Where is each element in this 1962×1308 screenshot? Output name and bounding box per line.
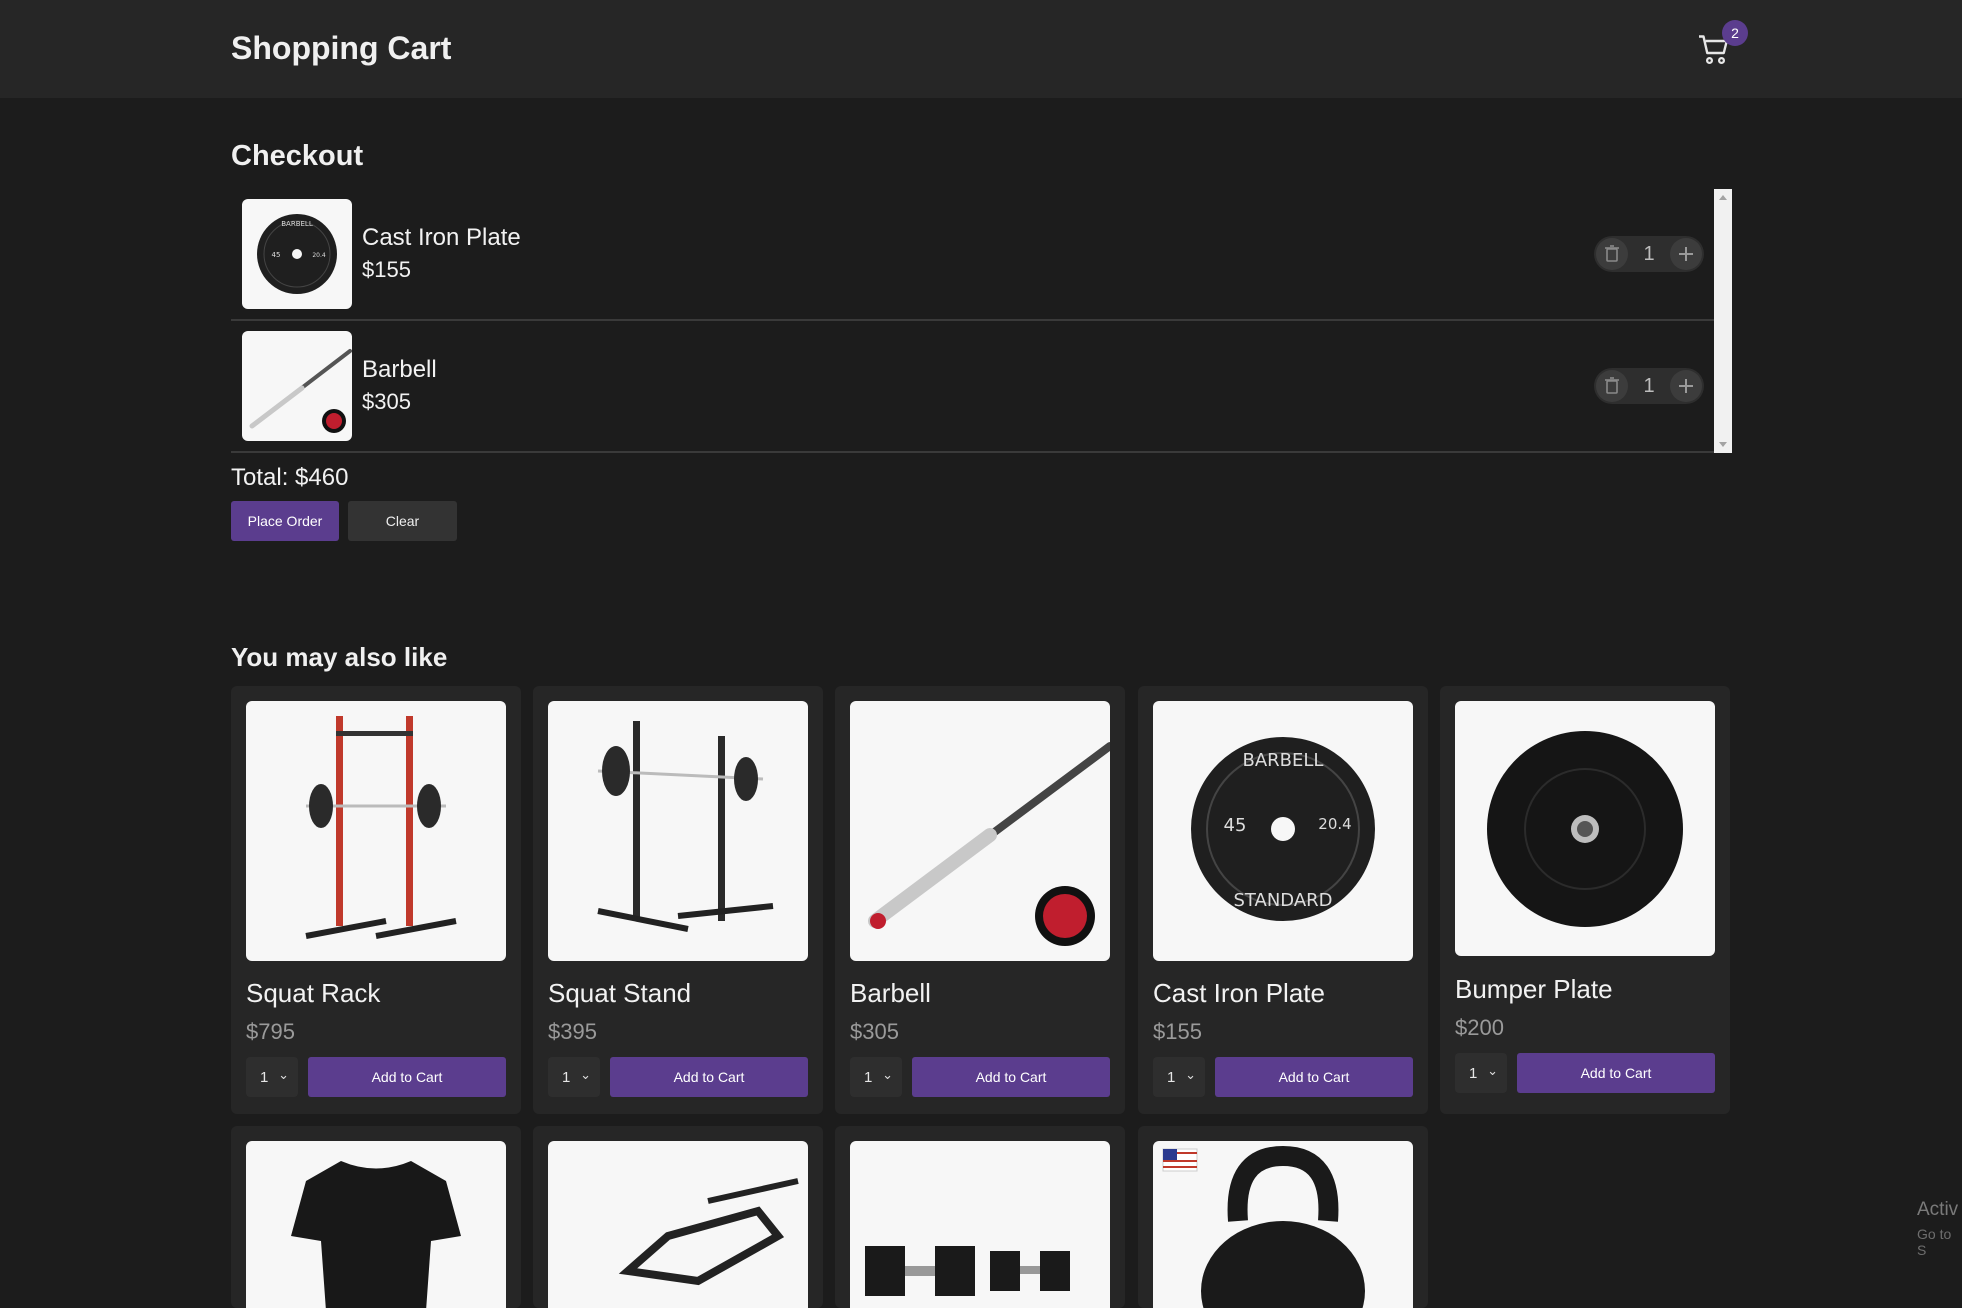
add-to-cart-button[interactable]: Add to Cart — [912, 1057, 1110, 1097]
cart-item-row: Barbell $305 1 — [231, 321, 1714, 453]
trash-icon — [1605, 377, 1619, 394]
scroll-up-arrow[interactable] — [1719, 195, 1727, 200]
product-name: Squat Rack — [246, 978, 381, 1008]
barbell-thumbnail — [242, 331, 352, 441]
trap-bar-image — [548, 1141, 808, 1308]
chevron-down-icon: ⌄ — [580, 1067, 591, 1082]
barbell-image — [850, 701, 1110, 961]
dumbbells-image — [850, 1141, 1110, 1308]
cast-iron-plate-image: BARBELL 45 20.4 STANDARD — [1153, 701, 1413, 961]
quantity-select-value: 1 — [1469, 1065, 1478, 1082]
increase-quantity-button[interactable] — [1670, 370, 1702, 402]
chevron-down-icon: ⌄ — [1487, 1063, 1498, 1078]
squat-rack-image — [246, 701, 506, 961]
cart-list-scrollbar[interactable] — [1714, 189, 1732, 453]
quantity-stepper: 1 — [1594, 368, 1704, 404]
add-to-cart-button[interactable]: Add to Cart — [308, 1057, 506, 1097]
quantity-value: 1 — [1643, 243, 1655, 265]
product-name: Cast Iron Plate — [1153, 978, 1325, 1008]
order-total: Total: $460 — [231, 464, 349, 491]
svg-text:20.4: 20.4 — [1318, 815, 1351, 833]
bumper-plate-image — [1455, 701, 1715, 956]
product-price: $305 — [850, 1019, 899, 1044]
svg-text:45: 45 — [1224, 815, 1247, 836]
cart-item-row: BARBELL 45 20.4 Cast Iron Plate $155 1 — [231, 189, 1714, 321]
product-name: Barbell — [850, 978, 931, 1008]
product-price: $395 — [548, 1019, 597, 1044]
add-to-cart-button[interactable]: Add to Cart — [1517, 1053, 1715, 1093]
product-card: Barbell $305 1 ⌄ Add to Cart — [835, 686, 1125, 1114]
add-to-cart-button[interactable]: Add to Cart — [610, 1057, 808, 1097]
scroll-down-arrow[interactable] — [1719, 442, 1727, 447]
quantity-select-value: 1 — [562, 1069, 571, 1086]
product-card: Squat Rack $795 1 ⌄ Add to Cart — [231, 686, 521, 1114]
trash-icon — [1605, 245, 1619, 262]
chevron-down-icon: ⌄ — [1185, 1067, 1196, 1082]
plus-icon — [1679, 247, 1693, 261]
svg-text:20.4: 20.4 — [312, 252, 326, 259]
recommendations-title: You may also like — [231, 642, 448, 672]
add-to-cart-button[interactable]: Add to Cart — [1215, 1057, 1413, 1097]
clear-cart-button[interactable]: Clear — [348, 501, 457, 541]
product-price: $155 — [1153, 1019, 1202, 1044]
cart-item-price: $155 — [362, 257, 411, 282]
activation-watermark: Activ — [1917, 1199, 1959, 1220]
quantity-select[interactable]: 1 ⌄ — [1455, 1053, 1507, 1093]
product-price: $200 — [1455, 1015, 1504, 1040]
delete-button[interactable] — [1596, 370, 1628, 402]
quantity-select-value: 1 — [260, 1069, 269, 1086]
svg-text:BARBELL: BARBELL — [281, 220, 313, 228]
svg-text:BARBELL: BARBELL — [1243, 750, 1324, 771]
t-shirt-image — [246, 1141, 506, 1308]
cart-item-name: Barbell — [362, 356, 437, 383]
quantity-select-value: 1 — [864, 1069, 873, 1086]
quantity-value: 1 — [1643, 375, 1655, 397]
chevron-down-icon: ⌄ — [278, 1067, 289, 1082]
cart-item-list: BARBELL 45 20.4 Cast Iron Plate $155 1 B… — [231, 189, 1732, 453]
squat-stand-image — [548, 701, 808, 961]
cart-count-badge: 2 — [1722, 20, 1748, 46]
product-card: Bumper Plate $200 1 ⌄ Add to Cart — [1440, 686, 1730, 1114]
product-card — [533, 1126, 823, 1308]
quantity-select[interactable]: 1 ⌄ — [246, 1057, 298, 1097]
product-card — [231, 1126, 521, 1308]
activation-watermark-subtext: Go to S — [1917, 1226, 1952, 1258]
product-card — [1138, 1126, 1428, 1308]
quantity-select[interactable]: 1 ⌄ — [850, 1057, 902, 1097]
cart-item-price: $305 — [362, 389, 411, 414]
product-price: $795 — [246, 1019, 295, 1044]
delete-button[interactable] — [1596, 238, 1628, 270]
header-bar: Shopping Cart 2 — [0, 0, 1962, 98]
checkout-title: Checkout — [231, 140, 364, 172]
product-name: Squat Stand — [548, 978, 692, 1008]
product-card: Squat Stand $395 1 ⌄ Add to Cart — [533, 686, 823, 1114]
svg-text:45: 45 — [272, 251, 281, 259]
quantity-stepper: 1 — [1594, 236, 1704, 272]
cast-iron-plate-thumbnail: BARBELL 45 20.4 — [242, 199, 352, 309]
chevron-down-icon: ⌄ — [882, 1067, 893, 1082]
quantity-select[interactable]: 1 ⌄ — [1153, 1057, 1205, 1097]
kettlebell-image — [1153, 1141, 1413, 1308]
place-order-button[interactable]: Place Order — [231, 501, 339, 541]
increase-quantity-button[interactable] — [1670, 238, 1702, 270]
quantity-select[interactable]: 1 ⌄ — [548, 1057, 600, 1097]
product-card: BARBELL 45 20.4 STANDARD Cast Iron Plate… — [1138, 686, 1428, 1114]
quantity-select-value: 1 — [1167, 1069, 1176, 1086]
product-name: Bumper Plate — [1455, 974, 1613, 1004]
svg-text:STANDARD: STANDARD — [1233, 890, 1332, 911]
cart-item-name: Cast Iron Plate — [362, 224, 521, 251]
product-card — [835, 1126, 1125, 1308]
app-title: Shopping Cart — [231, 30, 452, 66]
plus-icon — [1679, 379, 1693, 393]
